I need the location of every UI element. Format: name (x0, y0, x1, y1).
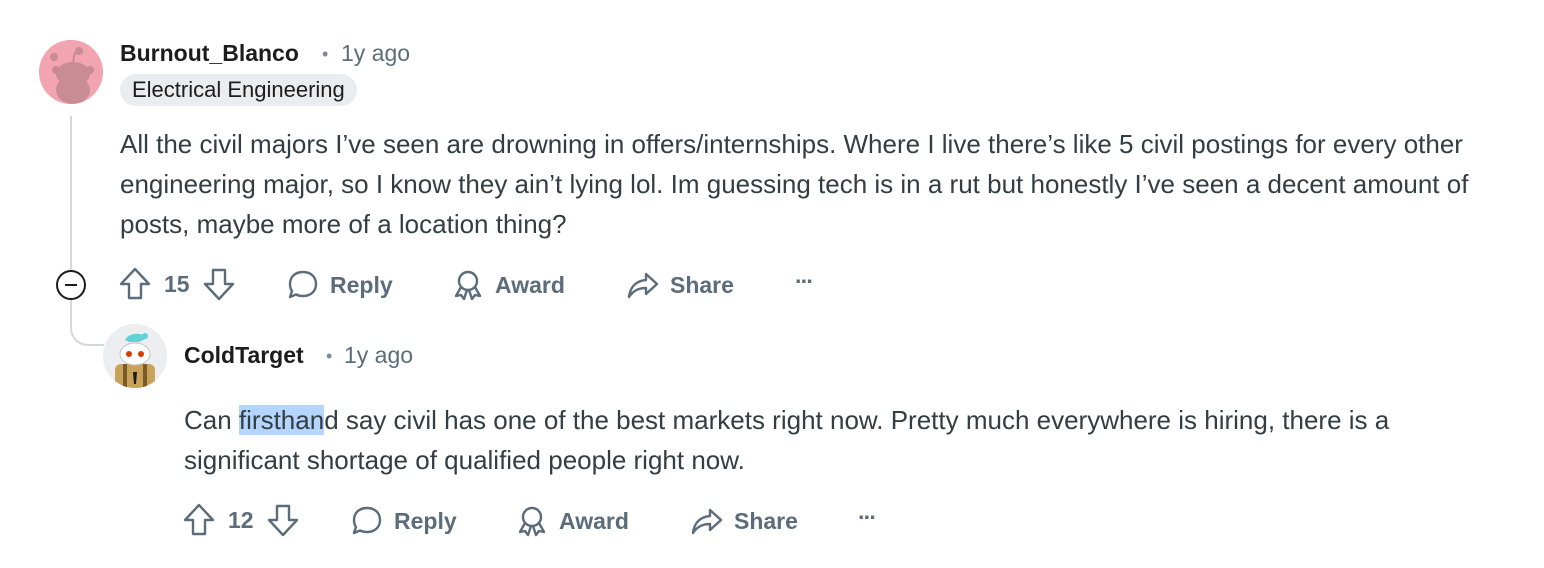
vote-score: 15 (164, 270, 190, 297)
share-button[interactable]: Share (690, 504, 798, 538)
vote-score: 12 (228, 506, 254, 533)
user-flair: Electrical Engineering (120, 74, 357, 106)
more-options-button[interactable]: ··· (795, 268, 814, 295)
award-button[interactable]: Award (515, 504, 629, 538)
more-options-icon: ··· (858, 504, 877, 530)
reply-button[interactable]: Reply (286, 268, 393, 302)
comment-body-text: Can (184, 405, 239, 435)
snoo-avatar-icon (103, 324, 167, 388)
award-icon (454, 270, 482, 301)
share-label: Share (734, 507, 798, 534)
share-label: Share (670, 271, 734, 298)
reply-label: Reply (394, 507, 457, 534)
comment-body-text: d say civil has one of the best markets … (184, 405, 1390, 475)
comment-author[interactable]: ColdTarget (184, 342, 304, 369)
comment-timestamp[interactable]: 1y ago (344, 342, 413, 369)
comment-bubble-icon (288, 270, 318, 299)
reply-label: Reply (330, 271, 393, 298)
selected-text: firsthan (238, 405, 325, 435)
reply-button[interactable]: Reply (350, 504, 457, 538)
share-button[interactable]: Share (626, 268, 734, 302)
upvote-icon[interactable] (182, 502, 216, 538)
comment-body: Can firsthand say civil has one of the b… (184, 400, 1504, 480)
comment-author[interactable]: Burnout_Blanco (120, 40, 299, 67)
share-arrow-icon (691, 508, 723, 535)
snoo-avatar-icon (39, 40, 103, 104)
share-arrow-icon (627, 272, 659, 299)
meta-separator: • (326, 346, 333, 366)
more-options-button[interactable]: ··· (858, 504, 877, 531)
downvote-icon[interactable] (266, 502, 300, 538)
award-button[interactable]: Award (451, 268, 565, 302)
comment-body: All the civil majors I’ve seen are drown… (120, 129, 1469, 239)
vote-controls: 12 (182, 502, 300, 538)
upvote-icon[interactable] (118, 266, 152, 302)
downvote-icon[interactable] (202, 266, 236, 302)
thread-line (70, 116, 72, 270)
more-options-icon: ··· (795, 268, 814, 294)
meta-separator: • (322, 44, 329, 64)
award-label: Award (559, 507, 629, 534)
award-label: Award (495, 271, 565, 298)
comment-timestamp[interactable]: 1y ago (341, 40, 410, 67)
avatar[interactable] (39, 40, 103, 104)
thread-line-curve (70, 300, 104, 346)
collapse-thread-button[interactable] (56, 270, 86, 300)
comment-bubble-icon (352, 506, 382, 535)
avatar[interactable] (103, 324, 167, 388)
vote-controls: 15 (118, 266, 236, 302)
award-icon (518, 506, 546, 537)
